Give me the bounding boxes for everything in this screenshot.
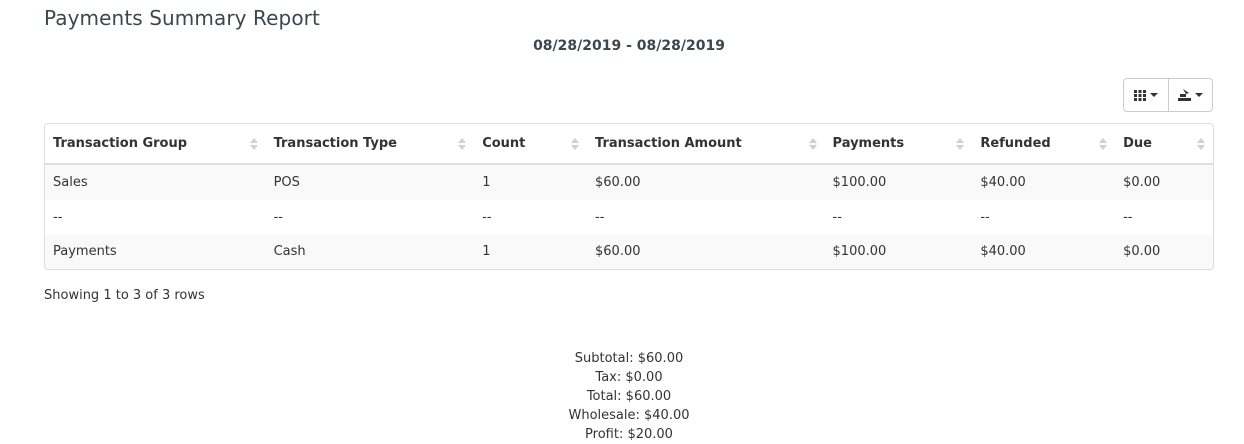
export-icon [1178,89,1191,101]
column-header[interactable]: Transaction Amount [587,124,825,165]
sort-icon [571,138,580,150]
table-cell: -- [273,209,283,225]
table-cell: $40.00 [980,244,1026,259]
table-cell: $40.00 [980,175,1026,190]
export-button[interactable] [1168,78,1213,112]
sort-icon [458,138,467,150]
column-header[interactable]: Refunded [972,124,1116,165]
report-table: Transaction Group Transaction Type Count… [45,124,1213,269]
sort-icon [956,138,965,150]
table-cell: $0.00 [1123,175,1161,190]
pagination-info: Showing 1 to 3 of 3 rows [44,288,205,303]
table-cell: $100.00 [832,175,887,190]
table-cell: $0.00 [1123,244,1161,259]
tax-line: Tax: $0.00 [595,370,663,385]
report-table-container: Transaction Group Transaction Type Count… [44,123,1214,270]
subtotal-line: Subtotal: $60.00 [574,351,684,366]
column-header[interactable]: Transaction Group [45,124,266,165]
table-cell: -- [53,209,63,225]
table-cell: POS [273,175,300,190]
columns-toggle-button[interactable] [1123,78,1169,112]
table-cell: Sales [53,175,88,190]
sort-icon [249,138,258,150]
grid-icon [1134,89,1146,101]
table-cell: Payments [53,244,117,259]
table-cell: -- [595,209,605,225]
column-header[interactable]: Payments [824,124,973,165]
table-row: -- -- -- -- -- -- -- [45,200,1213,234]
table-cell: 1 [482,175,491,190]
table-cell: $100.00 [832,244,887,259]
table-row: Payments Cash 1 $60.00 $100.00 $40.00 $0… [45,234,1213,269]
table-cell: -- [832,209,842,225]
table-cell: Cash [273,244,306,259]
caret-down-icon [1195,93,1203,97]
page-title: Payments Summary Report [44,6,320,30]
table-cell: -- [1123,209,1133,225]
totals-summary: Subtotal: $60.00 Tax: $0.00 Total: $60.0… [0,349,1244,444]
table-header-row: Transaction Group Transaction Type Count… [45,124,1213,165]
column-header[interactable]: Transaction Type [265,124,475,165]
column-header[interactable]: Due [1115,124,1213,165]
table-row: Sales POS 1 $60.00 $100.00 $40.00 $0.00 [45,164,1213,200]
table-cell: 1 [482,244,491,259]
sort-icon [1099,138,1108,150]
column-header[interactable]: Count [474,124,588,165]
profit-line: Profit: $20.00 [585,427,673,442]
table-toolbar [1123,78,1213,112]
caret-down-icon [1150,93,1158,97]
table-cell: -- [980,209,990,225]
table-cell: $60.00 [595,175,641,190]
total-line: Total: $60.00 [586,389,672,404]
wholesale-line: Wholesale: $40.00 [568,408,690,423]
table-cell: -- [482,209,492,225]
sort-icon [808,138,817,150]
sort-icon [1197,138,1205,150]
table-cell: $60.00 [595,244,641,259]
date-range: 08/28/2019 - 08/28/2019 [533,38,725,54]
